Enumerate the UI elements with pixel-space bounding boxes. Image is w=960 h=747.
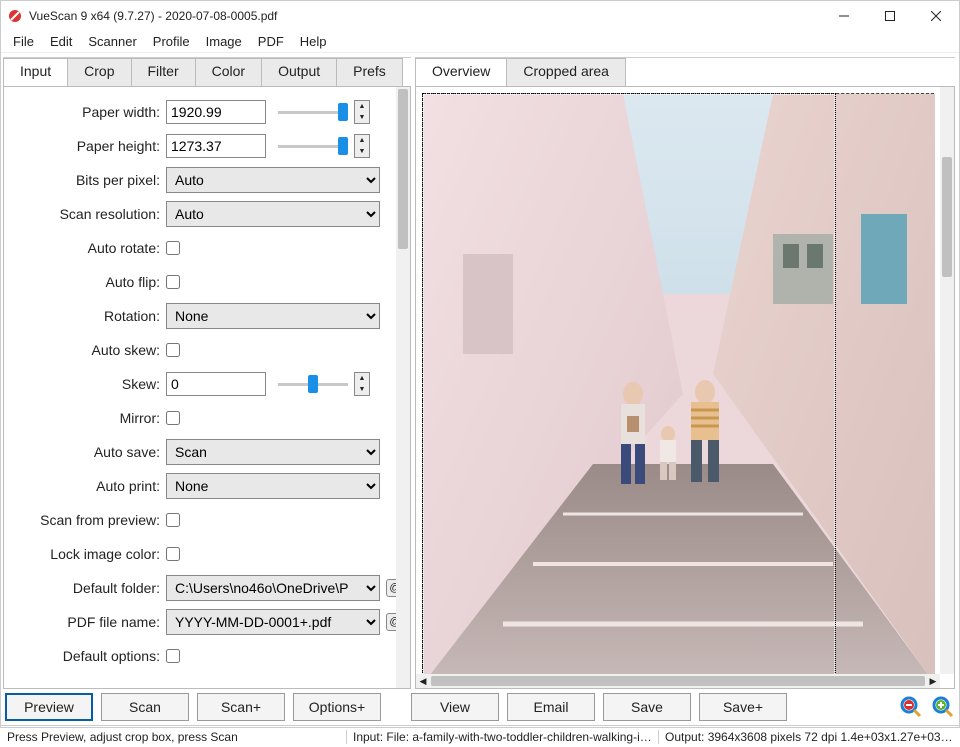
scan-button[interactable]: Scan [101, 693, 189, 721]
paper-width-input[interactable] [166, 100, 266, 124]
lock-image-color-label: Lock image color: [8, 546, 166, 562]
menu-scanner[interactable]: Scanner [80, 32, 144, 51]
preview-body: ◀ ▶ [415, 86, 955, 689]
menu-image[interactable]: Image [198, 32, 250, 51]
maximize-button[interactable] [867, 1, 913, 31]
pdf-file-name-label: PDF file name: [8, 614, 166, 630]
menu-edit[interactable]: Edit [42, 32, 80, 51]
tab-output[interactable]: Output [261, 58, 337, 86]
preview-panel: Overview Cropped area [415, 57, 955, 689]
skew-spinner[interactable]: ▲▼ [354, 372, 370, 396]
auto-rotate-label: Auto rotate: [8, 240, 166, 256]
auto-skew-checkbox[interactable] [166, 343, 180, 357]
skew-input[interactable] [166, 372, 266, 396]
titlebar: VueScan 9 x64 (9.7.27) - 2020-07-08-0005… [1, 1, 959, 31]
auto-print-select[interactable]: None [166, 473, 380, 499]
auto-print-label: Auto print: [8, 478, 166, 494]
settings-scrollbar[interactable] [396, 87, 410, 688]
auto-rotate-checkbox[interactable] [166, 241, 180, 255]
auto-save-select[interactable]: Scan [166, 439, 380, 465]
paper-height-input[interactable] [166, 134, 266, 158]
auto-save-label: Auto save: [8, 444, 166, 460]
save-button[interactable]: Save [603, 693, 691, 721]
default-folder-select[interactable]: C:\Users\no46o\OneDrive\P [166, 575, 380, 601]
tab-cropped-area[interactable]: Cropped area [506, 58, 626, 86]
bits-per-pixel-label: Bits per pixel: [8, 172, 166, 188]
paper-width-label: Paper width: [8, 104, 166, 120]
scroll-left-icon[interactable]: ◀ [416, 674, 430, 688]
statusbar: Press Preview, adjust crop box, press Sc… [1, 725, 959, 747]
options-plus-button[interactable]: Options+ [293, 693, 381, 721]
default-options-checkbox[interactable] [166, 649, 180, 663]
auto-flip-label: Auto flip: [8, 274, 166, 290]
preview-tabs: Overview Cropped area [415, 58, 955, 86]
rotation-select[interactable]: None [166, 303, 380, 329]
skew-label: Skew: [8, 376, 166, 392]
tab-prefs[interactable]: Prefs [336, 58, 403, 86]
zoom-in-icon[interactable] [931, 695, 955, 719]
status-output: Output: 3964x3608 pixels 72 dpi 1.4e+03x… [659, 730, 959, 744]
mirror-checkbox[interactable] [166, 411, 180, 425]
status-input: Input: File: a-family-with-two-toddler-c… [347, 730, 659, 744]
pdf-file-name-select[interactable]: YYYY-MM-DD-0001+.pdf [166, 609, 380, 635]
action-buttons: Preview Scan Scan+ Options+ View Email S… [1, 689, 959, 725]
tab-color[interactable]: Color [195, 58, 262, 86]
paper-height-spinner[interactable]: ▲▼ [354, 134, 370, 158]
skew-slider[interactable] [278, 374, 348, 394]
scan-resolution-label: Scan resolution: [8, 206, 166, 222]
app-icon [7, 8, 23, 24]
scan-resolution-select[interactable]: Auto [166, 201, 380, 227]
mirror-label: Mirror: [8, 410, 166, 426]
rotation-label: Rotation: [8, 308, 166, 324]
tab-input[interactable]: Input [3, 58, 68, 86]
paper-width-slider[interactable] [278, 102, 348, 122]
view-button[interactable]: View [411, 693, 499, 721]
minimize-button[interactable] [821, 1, 867, 31]
preview-hscrollbar[interactable]: ◀ ▶ [416, 674, 940, 688]
window-title: VueScan 9 x64 (9.7.27) - 2020-07-08-0005… [29, 9, 821, 23]
menubar: File Edit Scanner Profile Image PDF Help [1, 31, 959, 53]
default-options-label: Default options: [8, 648, 166, 664]
settings-body: Paper width: ▲▼ Paper height: ▲▼ Bits pe… [3, 86, 411, 689]
tab-crop[interactable]: Crop [67, 58, 131, 86]
auto-skew-label: Auto skew: [8, 342, 166, 358]
paper-height-label: Paper height: [8, 138, 166, 154]
email-button[interactable]: Email [507, 693, 595, 721]
auto-flip-checkbox[interactable] [166, 275, 180, 289]
save-plus-button[interactable]: Save+ [699, 693, 787, 721]
tab-filter[interactable]: Filter [131, 58, 196, 86]
menu-pdf[interactable]: PDF [250, 32, 292, 51]
menu-help[interactable]: Help [292, 32, 335, 51]
scan-from-preview-label: Scan from preview: [8, 512, 166, 528]
crop-selection[interactable] [422, 93, 836, 683]
settings-panel: Input Crop Filter Color Output Prefs Pap… [3, 57, 411, 689]
zoom-out-icon[interactable] [899, 695, 923, 719]
scan-plus-button[interactable]: Scan+ [197, 693, 285, 721]
close-button[interactable] [913, 1, 959, 31]
preview-vscrollbar[interactable] [940, 87, 954, 674]
menu-file[interactable]: File [5, 32, 42, 51]
scan-from-preview-checkbox[interactable] [166, 513, 180, 527]
scroll-right-icon[interactable]: ▶ [926, 674, 940, 688]
paper-height-slider[interactable] [278, 136, 348, 156]
tab-overview[interactable]: Overview [415, 58, 507, 86]
menu-profile[interactable]: Profile [145, 32, 198, 51]
settings-tabs: Input Crop Filter Color Output Prefs [3, 58, 411, 86]
lock-image-color-checkbox[interactable] [166, 547, 180, 561]
preview-button[interactable]: Preview [5, 693, 93, 721]
default-folder-label: Default folder: [8, 580, 166, 596]
bits-per-pixel-select[interactable]: Auto [166, 167, 380, 193]
status-hint: Press Preview, adjust crop box, press Sc… [1, 730, 347, 744]
paper-width-spinner[interactable]: ▲▼ [354, 100, 370, 124]
